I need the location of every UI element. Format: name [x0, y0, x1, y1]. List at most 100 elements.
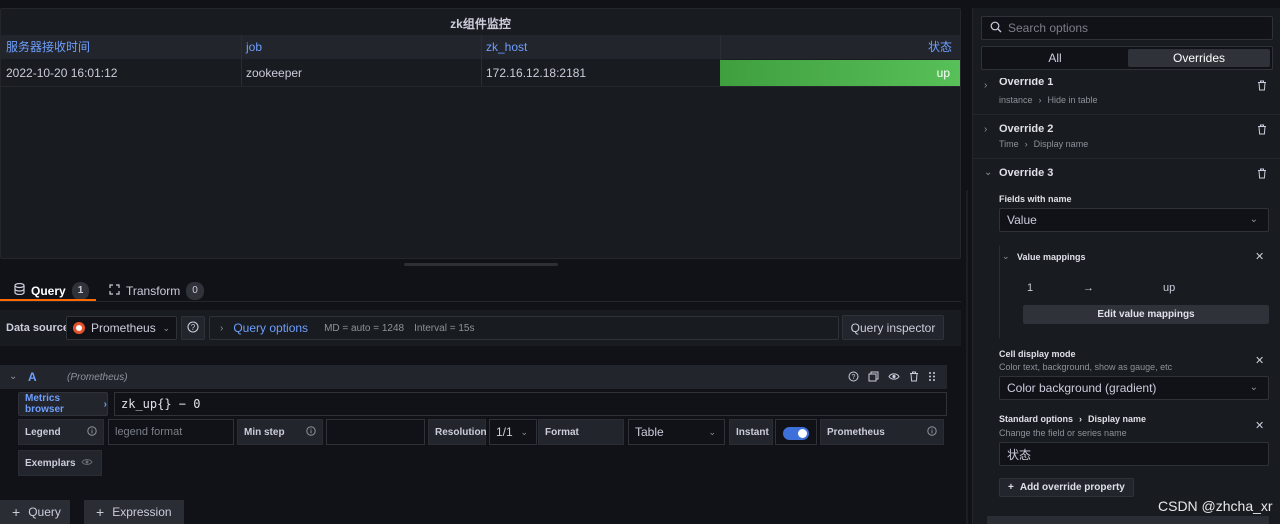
- collapse-chevron-icon[interactable]: ⌄: [9, 371, 17, 382]
- chevron-down-icon[interactable]: ⌄: [984, 167, 992, 178]
- add-override-property-button[interactable]: + Add override property: [999, 478, 1134, 497]
- add-expression-label: Expression: [112, 505, 172, 519]
- display-name-label: Standard options › Display name: [999, 414, 1146, 424]
- drag-handle-icon[interactable]: [928, 371, 936, 385]
- column-header-zk-host[interactable]: zk_host: [481, 35, 719, 59]
- trash-icon[interactable]: [1257, 80, 1267, 91]
- mapping-from-value: 1: [1027, 282, 1034, 294]
- chevron-down-icon: ⌄: [1249, 214, 1258, 225]
- query-inspector-button[interactable]: Query inspector: [842, 315, 944, 340]
- tab-transform[interactable]: Transform 0: [109, 280, 204, 302]
- display-name-input[interactable]: 状态: [999, 442, 1269, 466]
- divider: [973, 158, 1280, 159]
- override-1-title[interactable]: Override 1: [999, 78, 1053, 88]
- legend-format-input[interactable]: legend format: [108, 419, 234, 445]
- trash-icon[interactable]: [909, 371, 919, 385]
- chevron-right-icon: ›: [1038, 95, 1042, 105]
- query-ref-id[interactable]: A: [28, 370, 37, 384]
- column-header-time[interactable]: 服务器接收时间: [1, 35, 241, 59]
- plus-icon: +: [12, 504, 21, 520]
- min-step-label: Min step: [237, 419, 323, 445]
- cell-display-mode-value: Color background (gradient): [1007, 381, 1157, 395]
- help-icon[interactable]: ?: [848, 371, 859, 385]
- query-row-header: [0, 365, 947, 389]
- trash-icon[interactable]: [1257, 168, 1267, 179]
- resolution-select[interactable]: 1/1 ⌄: [489, 419, 537, 445]
- plus-icon: +: [1008, 482, 1014, 493]
- column-header-job[interactable]: job: [241, 35, 481, 59]
- chevron-right-icon: ›: [1024, 139, 1028, 149]
- override-2-title[interactable]: Override 2: [999, 123, 1053, 135]
- edit-value-mappings-button[interactable]: Edit value mappings: [1023, 305, 1269, 324]
- metrics-browser-label: Metrics browser: [25, 393, 64, 415]
- close-icon[interactable]: ✕: [1255, 354, 1264, 367]
- override-2-summary: Time › Display name: [999, 139, 1088, 149]
- override-1-property: Hide in table: [1047, 95, 1098, 105]
- promql-expression-input[interactable]: zk_up{} − 0: [114, 392, 947, 416]
- info-icon[interactable]: [87, 425, 97, 439]
- datasource-help-button[interactable]: ?: [181, 316, 205, 340]
- override-3-title[interactable]: Override 3: [999, 167, 1053, 179]
- metrics-browser-button[interactable]: Metrics browser ›: [18, 392, 108, 416]
- format-value: Table: [635, 425, 664, 439]
- column-header-status[interactable]: 状态: [720, 35, 960, 59]
- tab-transform-label: Transform: [126, 284, 181, 298]
- resolution-value: 1/1: [496, 425, 513, 439]
- value-mappings-label: Value mappings: [1017, 252, 1086, 262]
- resize-handle[interactable]: [404, 263, 558, 266]
- add-query-button[interactable]: + Query: [0, 500, 70, 524]
- query-options-bar[interactable]: › Query options MD = auto = 1248 Interva…: [209, 316, 839, 340]
- format-label: Format: [538, 419, 624, 445]
- datasource-value: Prometheus: [91, 321, 156, 335]
- standard-options-text: Standard options: [999, 414, 1073, 424]
- chevron-down-icon: ⌄: [708, 426, 716, 437]
- segment-all[interactable]: All: [984, 49, 1126, 67]
- transform-count-badge: 0: [186, 282, 204, 300]
- min-step-input[interactable]: [326, 419, 425, 445]
- datasource-label: Data source: [6, 322, 69, 334]
- options-pane: Search options All Overrides › Override …: [972, 8, 1280, 524]
- override-1-summary: instance › Hide in table: [999, 95, 1098, 105]
- override-1-matcher: instance: [999, 95, 1033, 105]
- cell-display-mode-select[interactable]: Color background (gradient) ⌄: [999, 376, 1269, 400]
- info-icon[interactable]: [927, 425, 937, 439]
- question-icon: ?: [187, 320, 199, 336]
- eye-icon[interactable]: [888, 371, 900, 385]
- close-icon[interactable]: ✕: [1255, 250, 1264, 263]
- info-icon[interactable]: [306, 425, 316, 439]
- chevron-right-icon[interactable]: ›: [984, 80, 987, 91]
- vertical-divider[interactable]: [966, 190, 968, 524]
- chevron-right-icon[interactable]: ›: [984, 124, 987, 135]
- cell-time: 2022-10-20 16:01:12: [6, 66, 118, 80]
- duplicate-icon[interactable]: [868, 371, 879, 385]
- panel-preview: zk组件监控 服务器接收时间 job zk_host 状态 2022-10-20…: [0, 8, 961, 259]
- trash-icon[interactable]: [1257, 124, 1267, 135]
- cell-display-mode-description: Color text, background, show as gauge, e…: [999, 362, 1173, 372]
- panel-title: zk组件监控: [450, 17, 511, 31]
- instant-toggle[interactable]: [783, 427, 809, 440]
- close-icon[interactable]: ✕: [1255, 419, 1264, 432]
- divider: [973, 114, 1280, 115]
- datasource-picker[interactable]: Prometheus ⌄: [66, 316, 177, 340]
- svg-text:?: ?: [191, 323, 196, 332]
- chevron-down-icon: ⌄: [162, 322, 170, 333]
- segment-overrides[interactable]: Overrides: [1128, 49, 1270, 67]
- transform-icon: [109, 283, 120, 299]
- add-field-override-button[interactable]: [987, 516, 1269, 524]
- chevron-down-icon[interactable]: ⌄: [1002, 251, 1010, 262]
- prometheus-icon: [73, 322, 85, 334]
- min-step-label-text: Min step: [244, 426, 285, 438]
- arrow-right-icon: →: [1083, 282, 1094, 294]
- fields-with-name-value: Value: [1007, 213, 1037, 227]
- prometheus-type-label: Prometheus: [820, 419, 944, 445]
- format-select[interactable]: Table ⌄: [628, 419, 725, 445]
- max-datapoints: MD = auto = 1248: [324, 322, 405, 334]
- display-name-text: Display name: [1088, 414, 1147, 424]
- fields-with-name-select[interactable]: Value ⌄: [999, 208, 1269, 232]
- instant-toggle-wrap: [775, 419, 817, 445]
- chevron-down-icon: ⌄: [520, 426, 528, 437]
- add-expression-button[interactable]: + Expression: [84, 500, 184, 524]
- eye-icon[interactable]: [81, 457, 93, 470]
- cell-display-mode-label: Cell display mode: [999, 349, 1076, 359]
- search-options-input[interactable]: Search options: [981, 16, 1273, 40]
